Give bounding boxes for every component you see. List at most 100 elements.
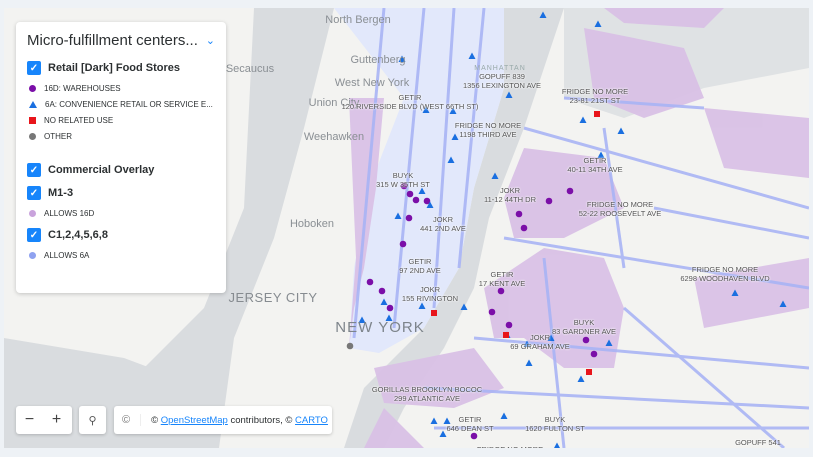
search-button[interactable]: ⚲ (79, 406, 106, 434)
store-address: 646 DEAN ST (446, 424, 494, 433)
warehouse-point[interactable] (386, 304, 394, 312)
legend-item: 16D: WAREHOUSES (29, 84, 215, 93)
no-related-use-point[interactable] (431, 310, 437, 316)
convenience-retail-point[interactable] (594, 20, 602, 28)
convenience-retail-point[interactable] (418, 302, 426, 310)
zoom-in-button[interactable]: + (43, 406, 70, 434)
store-name: JOKR (432, 215, 454, 224)
store-label[interactable]: GOPUFF 541 (735, 438, 781, 447)
legend-header[interactable]: Micro-fulfillment centers... ⌄ (27, 32, 215, 49)
convenience-retail-point[interactable] (380, 298, 388, 306)
circle-symbol-icon (29, 252, 36, 259)
circle-symbol-icon (29, 85, 36, 92)
convenience-retail-point[interactable] (605, 339, 613, 347)
convenience-retail-point[interactable] (468, 52, 476, 60)
store-label[interactable]: GETIR 97 2ND AVE (399, 257, 441, 275)
store-label[interactable]: FRIDGE NO MORE 1198 THIRD AVE (455, 121, 521, 139)
warehouse-point[interactable] (505, 321, 513, 329)
convenience-retail-point[interactable] (430, 417, 438, 425)
warehouse-point[interactable] (470, 432, 478, 440)
legend-panel: Micro-fulfillment centers... ⌄ ✓ Retail [… (16, 22, 226, 293)
warehouse-point[interactable] (566, 187, 574, 195)
store-name: FRIDGE NO MORE (561, 87, 629, 96)
no-related-use-point[interactable] (594, 111, 600, 117)
convenience-retail-point[interactable] (491, 172, 499, 180)
checkbox[interactable]: ✓ (27, 163, 41, 177)
convenience-retail-point[interactable] (577, 375, 585, 383)
store-label[interactable]: FRIDGE NO MORE (477, 445, 543, 448)
convenience-retail-point[interactable] (539, 11, 547, 19)
warehouse-point[interactable] (545, 197, 553, 205)
convenience-retail-point[interactable] (779, 300, 787, 308)
legend-item-label: 6A: CONVENIENCE RETAIL OR SERVICE E... (45, 100, 213, 109)
store-label[interactable]: GETIR 120 RIVERSIDE BLVD (WEST 66TH ST) (342, 93, 479, 111)
layer-toggle[interactable]: ✓ M1-3 (27, 186, 215, 200)
warehouse-point[interactable] (488, 308, 496, 316)
warehouse-point[interactable] (399, 240, 407, 248)
convenience-retail-point[interactable] (460, 303, 468, 311)
convenience-retail-point[interactable] (617, 127, 625, 135)
layer-toggle[interactable]: ✓ C1,2,4,5,6,8 (27, 228, 215, 242)
no-related-use-point[interactable] (503, 332, 509, 338)
checkbox[interactable]: ✓ (27, 61, 41, 75)
store-name: GETIR (583, 156, 607, 165)
store-name: JOKR (419, 285, 441, 294)
warehouse-point[interactable] (582, 336, 590, 344)
convenience-retail-point[interactable] (505, 91, 513, 99)
chevron-down-icon[interactable]: ⌄ (206, 34, 215, 47)
convenience-retail-point[interactable] (579, 116, 587, 124)
place-label: Hoboken (289, 218, 335, 230)
store-label[interactable]: GOPUFF 839 1356 LEXINGTON AVE (463, 72, 541, 90)
checkbox[interactable]: ✓ (27, 186, 41, 200)
zoom-out-button[interactable]: − (16, 406, 43, 434)
layer-toggle[interactable]: ✓ Retail [Dark] Food Stores (27, 61, 215, 75)
convenience-retail-point[interactable] (500, 412, 508, 420)
store-label[interactable]: JOKR 69 GRAHAM AVE (510, 333, 569, 351)
store-label[interactable]: GETIR 646 DEAN ST (446, 415, 493, 433)
warehouse-point[interactable] (520, 224, 528, 232)
warehouse-point[interactable] (590, 350, 598, 358)
store-label[interactable]: FRIDGE NO MORE 23-81 21ST ST (562, 87, 628, 105)
info-icon[interactable]: © (122, 414, 142, 426)
store-label[interactable]: JOKR 155 RIVINGTON (402, 285, 458, 303)
checkbox[interactable]: ✓ (27, 228, 41, 242)
warehouse-point[interactable] (378, 287, 386, 295)
layer-toggle[interactable]: ✓ Commercial Overlay (27, 163, 215, 177)
store-name: GORILLAS BROOKLYN BOCOC (371, 385, 483, 394)
other-point[interactable] (346, 342, 354, 350)
store-address: 40-11 34TH AVE (567, 165, 623, 174)
convenience-retail-point[interactable] (439, 430, 447, 438)
store-label[interactable]: BUYK 1620 FULTON ST (525, 415, 585, 433)
convenience-retail-point[interactable] (731, 289, 739, 297)
place-label: MANHATTAN (474, 65, 526, 72)
convenience-retail-point[interactable] (447, 156, 455, 164)
warehouse-point[interactable] (515, 210, 523, 218)
legend-item-label: NO RELATED USE (44, 116, 114, 125)
store-address: 17 KENT AVE (478, 279, 526, 288)
carto-link[interactable]: CARTO (295, 415, 328, 426)
convenience-retail-point[interactable] (394, 212, 402, 220)
store-label[interactable]: BUYK 315 W 35TH ST (376, 171, 430, 189)
store-label[interactable]: GETIR 40-11 34TH AVE (567, 156, 622, 174)
attribution-mid: contributors, © (227, 414, 296, 426)
store-label[interactable]: JOKR 441 2ND AVE (420, 215, 466, 233)
attribution-prefix: © (151, 414, 161, 426)
store-label[interactable]: FRIDGE NO MORE 52-22 ROOSEVELT AVE (579, 200, 662, 218)
warehouse-point[interactable] (497, 287, 505, 295)
warehouse-point[interactable] (366, 278, 374, 286)
store-address: 299 ATLANTIC AVE (393, 394, 460, 403)
osm-link[interactable]: OpenStreetMap (161, 415, 228, 426)
store-label[interactable]: GORILLAS BROOKLYN BOCOC 299 ATLANTIC AVE (372, 385, 482, 403)
warehouse-point[interactable] (406, 190, 414, 198)
warehouse-point[interactable] (412, 196, 420, 204)
store-name: FRIDGE NO MORE (586, 200, 654, 209)
convenience-retail-point[interactable] (554, 442, 561, 449)
triangle-symbol-icon (29, 101, 37, 108)
place-label: North Bergen (325, 14, 391, 26)
convenience-retail-point[interactable] (525, 359, 533, 367)
store-label[interactable]: JOKR 11-12 44TH DR (484, 186, 536, 204)
no-related-use-point[interactable] (586, 369, 592, 375)
warehouse-point[interactable] (405, 214, 413, 222)
store-label[interactable]: FRIDGE NO MORE 6298 WOODHAVEN BLVD (680, 265, 769, 283)
store-label[interactable]: GETIR 17 KENT AVE (479, 270, 525, 288)
